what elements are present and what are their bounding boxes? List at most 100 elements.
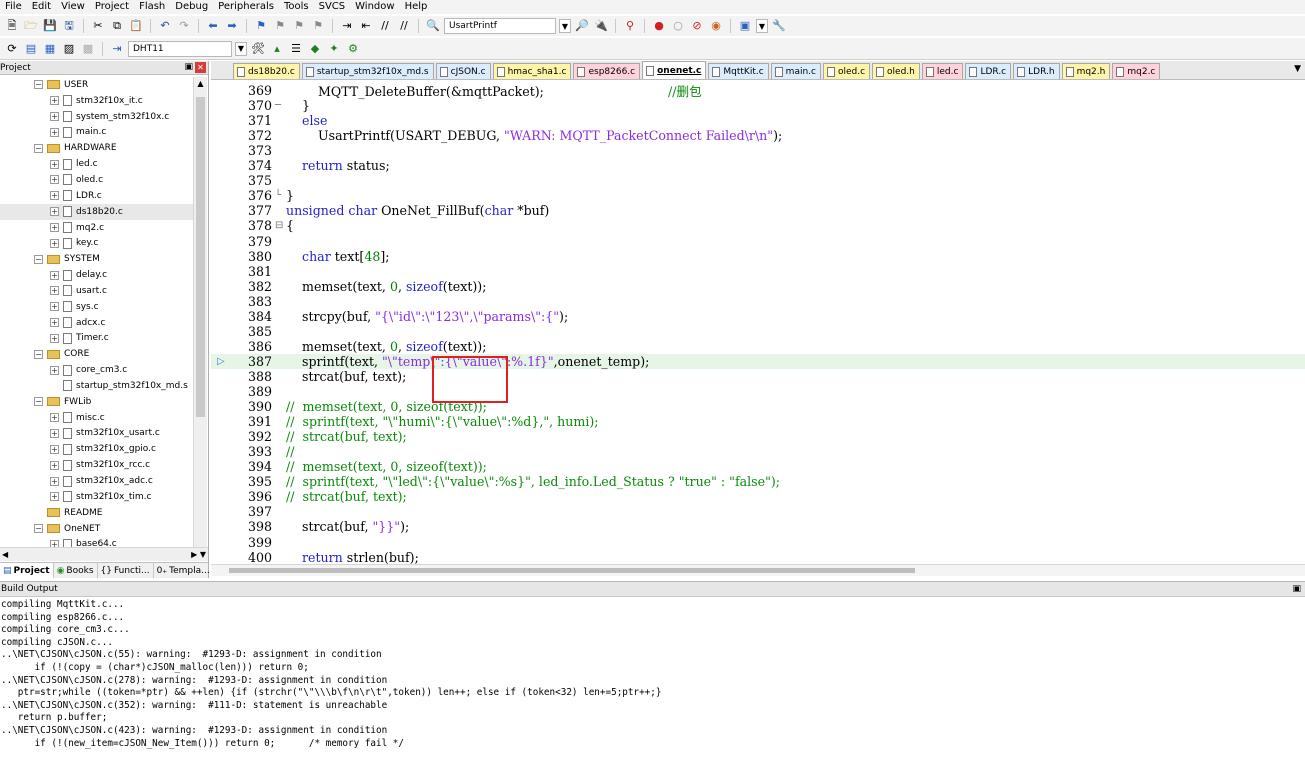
collapse-icon[interactable]: − <box>34 397 43 407</box>
tab-functions[interactable]: {} Functi... <box>98 563 154 578</box>
chevron-down-icon[interactable]: ▼ <box>756 19 768 33</box>
scroll-up-icon[interactable]: ▲ <box>194 77 207 91</box>
tree-file[interactable]: + oled.c <box>0 172 193 188</box>
incremental-find-icon[interactable]: 🔌 <box>593 18 609 34</box>
expand-icon[interactable]: + <box>50 238 59 248</box>
code-line[interactable]: 383 <box>211 294 1305 309</box>
clear-breakpoints-icon[interactable]: ⊘ <box>689 18 705 34</box>
menu-flash[interactable]: Flash <box>134 0 170 14</box>
code-line[interactable]: 372 UsartPrintf(USART_DEBUG, "WARN: MQTT… <box>211 128 1305 143</box>
file-tab[interactable]: MqttKit.c <box>708 63 769 79</box>
copy-icon[interactable]: ⧉ <box>109 18 125 34</box>
tree-file[interactable]: startup_stm32f10x_md.s <box>0 378 193 394</box>
pin-icon[interactable]: ▣ <box>184 62 193 73</box>
save-all-icon[interactable]: 🖫 <box>61 18 77 34</box>
find-in-files-icon[interactable]: 🔍 <box>425 18 441 34</box>
expand-icon[interactable]: + <box>50 365 59 375</box>
expand-icon[interactable]: + <box>50 175 59 185</box>
menu-debug[interactable]: Debug <box>170 0 213 14</box>
rebuild-icon[interactable]: ▦ <box>42 41 58 57</box>
tree-group[interactable]: − CORE <box>0 346 193 362</box>
batch-build-icon[interactable]: ▨ <box>61 41 77 57</box>
tree-group[interactable]: − OneNET <box>0 521 193 537</box>
tabs-menu-icon[interactable]: ▼ <box>1294 64 1301 74</box>
code-line[interactable]: 391 // sprintf(text, "\"humi\":{\"value\"… <box>211 414 1305 429</box>
file-tab[interactable]: main.c <box>770 63 821 79</box>
code-line[interactable]: 395 // sprintf(text, "\"led\":{\"value\":… <box>211 474 1305 489</box>
clear-bookmarks-icon[interactable]: ⚑ <box>310 18 326 34</box>
fold-marker[interactable]: ⊟ <box>275 220 285 231</box>
expand-icon[interactable]: + <box>50 492 59 502</box>
target-select[interactable]: DHT11 <box>128 40 232 57</box>
code-line[interactable]: 379 <box>211 234 1305 249</box>
code-line[interactable]: 392 // strcat(buf, text); <box>211 429 1305 444</box>
tree-file[interactable]: + stm32f10x_tim.c <box>0 489 193 505</box>
tree-file[interactable]: + stm32f10x_rcc.c <box>0 457 193 473</box>
expand-icon[interactable]: + <box>50 207 59 217</box>
window-layout-icon[interactable]: ▣ <box>737 18 753 34</box>
new-file-icon[interactable]: 🗎 <box>4 18 20 34</box>
code-line[interactable]: 399 <box>211 535 1305 550</box>
file-tab[interactable]: mq2.h <box>1061 63 1111 79</box>
tree-file[interactable]: + misc.c <box>0 410 193 426</box>
expand-icon[interactable]: + <box>50 191 59 201</box>
menu-view[interactable]: View <box>56 0 90 14</box>
menu-file[interactable]: File <box>0 0 27 14</box>
prev-bookmark-icon[interactable]: ⚑ <box>272 18 288 34</box>
configure-icon[interactable]: 🔧 <box>771 18 787 34</box>
expand-icon[interactable]: + <box>50 428 59 438</box>
code-line[interactable]: 386 memset(text, 0, sizeof(text)); <box>211 339 1305 354</box>
scroll-thumb[interactable] <box>196 97 205 417</box>
menu-edit[interactable]: Edit <box>27 0 56 14</box>
code-line[interactable]: 396 // strcat(buf, text); <box>211 489 1305 504</box>
expand-icon[interactable]: + <box>50 476 59 486</box>
tree-file[interactable]: + ds18b20.c <box>0 203 193 220</box>
tree-file[interactable]: + system_stm32f10x.c <box>0 109 193 125</box>
tab-books[interactable]: ◉ Books <box>54 563 98 578</box>
code-line[interactable]: 384 strcpy(buf, "{\"id\":\"123\",\"param… <box>211 309 1305 324</box>
pack-installer-icon[interactable]: ◆ <box>307 41 323 57</box>
paste-icon[interactable]: 📋 <box>128 18 144 34</box>
expand-icon[interactable]: + <box>50 318 59 328</box>
components-icon[interactable]: ▴ <box>269 41 285 57</box>
unindent-icon[interactable]: ⇤ <box>358 18 374 34</box>
tree-file[interactable]: + led.c <box>0 156 193 172</box>
code-line[interactable]: 376 └} <box>211 188 1305 203</box>
select-packs-icon[interactable]: ✦ <box>326 41 342 57</box>
expand-icon[interactable]: + <box>50 270 59 280</box>
chevron-down-icon[interactable]: ▼ <box>559 19 571 33</box>
code-line[interactable]: 400 return strlen(buf); <box>211 550 1305 565</box>
kill-breakpoints-icon[interactable]: ◉ <box>708 18 724 34</box>
file-tab[interactable]: hmac_sha1.c <box>492 63 572 79</box>
nav-forward-icon[interactable]: ➡ <box>224 18 240 34</box>
build-icon[interactable]: ▤ <box>23 41 39 57</box>
menu-help[interactable]: Help <box>400 0 433 14</box>
code-line[interactable]: 370 ─ } <box>211 98 1305 113</box>
manage-project-icon[interactable]: ☰ <box>288 41 304 57</box>
editor-horizontal-scrollbar[interactable] <box>211 564 1305 576</box>
file-tab[interactable]: led.c <box>921 63 964 79</box>
save-icon[interactable]: 💾 <box>42 18 58 34</box>
code-line[interactable]: 398 strcat(buf, "}}"); <box>211 519 1305 534</box>
debug-session-icon[interactable]: ⚲ <box>622 18 638 34</box>
code-line[interactable]: 382 memset(text, 0, sizeof(text)); <box>211 279 1305 294</box>
tree-file[interactable]: + adcx.c <box>0 315 193 331</box>
tab-templates[interactable]: 0₊ Templa... <box>154 563 214 578</box>
file-tab[interactable]: oled.c <box>822 63 871 79</box>
menu-project[interactable]: Project <box>90 0 134 14</box>
collapse-icon[interactable]: − <box>34 80 43 90</box>
file-tab[interactable]: ds18b20.c <box>233 63 300 79</box>
code-line[interactable]: 393 // <box>211 444 1305 459</box>
menu-peripherals[interactable]: Peripherals <box>213 0 279 14</box>
chevron-down-icon[interactable]: ▼ <box>235 41 247 56</box>
tree-vertical-scrollbar[interactable]: ▲ <box>193 77 207 547</box>
code-line[interactable]: 374 return status; <box>211 158 1305 173</box>
find-combo[interactable]: UsartPrintf <box>444 18 556 34</box>
menu-svcs[interactable]: SVCS <box>314 0 351 14</box>
file-tab[interactable]: LDR.c <box>965 63 1012 79</box>
breakpoint-icon[interactable]: ● <box>651 18 667 34</box>
pin-icon[interactable]: ▣ <box>1292 584 1301 594</box>
undo-icon[interactable]: ↶ <box>157 18 173 34</box>
code-line[interactable]: 377 unsigned char OneNet_FillBuf(char *bu… <box>211 203 1305 218</box>
code-line[interactable]: 380 char text[48]; <box>211 249 1305 264</box>
